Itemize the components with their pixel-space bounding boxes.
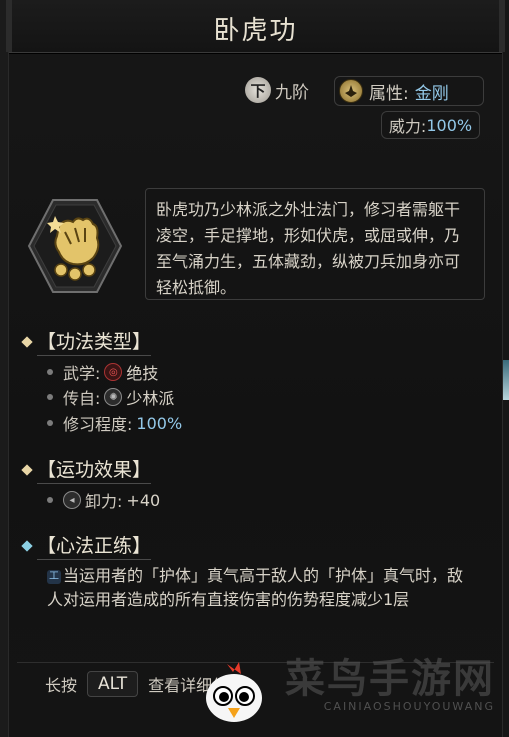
row-martial-art: 武学: ◎ 绝技 bbox=[47, 360, 158, 384]
row-label: 卸力: bbox=[85, 492, 123, 511]
section-technique-type: 【功法类型】 bbox=[21, 327, 152, 356]
row-label: 武学: bbox=[63, 364, 101, 383]
section-effect: 【运功效果】 bbox=[21, 455, 152, 484]
grade-text: 九阶 bbox=[275, 82, 309, 103]
skill-tooltip-panel: 卧虎功 下 九阶 属性: 金刚 威力: 100% 卧虎功乃少林派之外壮法门，修习… bbox=[6, 0, 505, 737]
watermark-title: 菜鸟手游网 bbox=[285, 656, 495, 702]
skill-description: 卧虎功乃少林派之外壮法门，修习者需躯干凌空，手足撑地，形如伏虎，或屈或伸，乃至气… bbox=[145, 188, 485, 300]
skill-title: 卧虎功 bbox=[213, 16, 298, 46]
grade-icon: 下 bbox=[245, 77, 271, 103]
attribute-label: 属性: bbox=[369, 83, 409, 104]
ultimate-skill-icon: ◎ bbox=[104, 363, 123, 381]
diamond-icon bbox=[21, 539, 33, 552]
row-origin: 传自: ✺ 少林派 bbox=[47, 385, 174, 409]
grade-badge: 下 九阶 bbox=[245, 76, 309, 104]
bullet-icon bbox=[47, 420, 53, 426]
watermark: 菜鸟手游网 CAINIAOSHOUYOUWANG bbox=[285, 646, 495, 713]
vajra-attribute-icon bbox=[339, 79, 363, 103]
attribute-value: 金刚 bbox=[414, 83, 449, 104]
bullet-icon bbox=[47, 497, 53, 503]
upright-practice-icon: 工 bbox=[47, 569, 61, 584]
row-value: 绝技 bbox=[126, 364, 159, 383]
bullet-icon bbox=[47, 394, 53, 400]
alt-key-chip[interactable]: ALT bbox=[87, 671, 139, 697]
left-edge bbox=[0, 0, 8, 737]
diamond-icon bbox=[21, 335, 33, 348]
row-value: 少林派 bbox=[126, 389, 175, 408]
diamond-icon bbox=[21, 463, 33, 476]
chick-mascot-icon bbox=[199, 658, 269, 732]
section-heading: 【功法类型】 bbox=[37, 327, 152, 356]
row-label: 传自: bbox=[63, 389, 101, 408]
power-value: 100% bbox=[426, 115, 473, 135]
shaolin-sect-icon: ✺ bbox=[104, 388, 123, 406]
title-bar: 卧虎功 bbox=[6, 0, 505, 53]
row-value: +40 bbox=[126, 490, 161, 510]
row-mastery: 修习程度: 100% bbox=[47, 411, 182, 435]
footer-prefix: 长按 bbox=[45, 676, 78, 695]
row-value: 100% bbox=[136, 413, 183, 433]
mind-effect-text: 工当运用者的「护体」真气高于敌人的「护体」真气时，敌人对运用者造成的所有直接伤害… bbox=[47, 564, 467, 612]
deflect-icon: ◂ bbox=[63, 491, 81, 509]
bullet-icon bbox=[47, 369, 53, 375]
mind-effect-body: 当运用者的「护体」真气高于敌人的「护体」真气时，敌人对运用者造成的所有直接伤害的… bbox=[47, 566, 464, 609]
power-label: 威力: bbox=[388, 117, 427, 136]
row-label: 修习程度: bbox=[63, 415, 133, 434]
section-mind: 【心法正练】 bbox=[21, 531, 152, 560]
section-heading: 【心法正练】 bbox=[37, 531, 152, 560]
power-box: 威力: 100% bbox=[381, 111, 480, 139]
attribute-box: 属性: 金刚 bbox=[334, 76, 484, 106]
section-heading: 【运功效果】 bbox=[37, 455, 152, 484]
tiger-palm-icon bbox=[25, 196, 125, 296]
row-deflect: ◂ 卸力: +40 bbox=[47, 488, 160, 512]
